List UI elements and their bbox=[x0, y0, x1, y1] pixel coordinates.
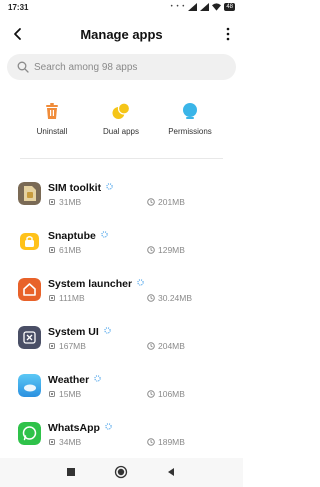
weather-icon bbox=[18, 374, 41, 397]
chip-icon bbox=[49, 343, 55, 349]
loading-icon bbox=[94, 375, 101, 382]
app-name: WhatsApp bbox=[48, 422, 112, 434]
uninstall-button[interactable]: Uninstall bbox=[12, 100, 92, 146]
home-button[interactable] bbox=[114, 465, 128, 479]
app-size: 15MB bbox=[48, 389, 81, 399]
app-size: 111MB bbox=[48, 293, 85, 303]
app-size: 31MB bbox=[48, 197, 81, 207]
chip-icon bbox=[49, 439, 55, 445]
system-ui-icon bbox=[18, 326, 41, 349]
sim-card-icon bbox=[18, 182, 41, 205]
chip-icon bbox=[49, 391, 55, 397]
clock-icon bbox=[147, 198, 155, 206]
chip-icon bbox=[49, 247, 55, 253]
loading-icon bbox=[101, 231, 108, 238]
signal-icon-2 bbox=[200, 3, 210, 11]
app-size: 167MB bbox=[48, 341, 86, 351]
divider bbox=[20, 158, 223, 159]
header: Manage apps bbox=[0, 22, 243, 48]
app-cache: 129MB bbox=[147, 245, 185, 255]
wifi-icon bbox=[212, 3, 222, 11]
dual-apps-label: Dual apps bbox=[102, 127, 140, 136]
list-item[interactable]: Snaptube 61MB 129MB bbox=[0, 230, 243, 278]
navigation-bar bbox=[0, 458, 243, 487]
search-input[interactable] bbox=[34, 58, 224, 76]
app-size: 34MB bbox=[48, 437, 81, 447]
clock-icon bbox=[147, 390, 155, 398]
quick-actions: Uninstall Dual apps Permissions bbox=[0, 100, 243, 146]
list-item[interactable]: System UI 167MB 204MB bbox=[0, 326, 243, 374]
loading-icon bbox=[105, 423, 112, 430]
loading-icon bbox=[137, 279, 144, 286]
snaptube-icon bbox=[18, 230, 41, 253]
list-item[interactable]: SIM toolkit 31MB 201MB bbox=[0, 182, 243, 230]
dual-apps-button[interactable]: Dual apps bbox=[81, 100, 161, 146]
app-name: Snaptube bbox=[48, 230, 108, 242]
search-bar[interactable] bbox=[7, 54, 236, 80]
signal-icon bbox=[188, 3, 198, 11]
search-icon bbox=[17, 61, 29, 73]
clock-icon bbox=[147, 294, 155, 302]
app-size: 61MB bbox=[48, 245, 81, 255]
trash-icon bbox=[46, 103, 58, 119]
back-button[interactable] bbox=[164, 465, 178, 479]
recents-button[interactable] bbox=[64, 465, 78, 479]
status-time: 17:31 bbox=[8, 3, 29, 12]
status-bar: 17:31 • • • 48 bbox=[0, 0, 243, 16]
more-options-icon[interactable] bbox=[225, 26, 231, 42]
shield-icon bbox=[183, 103, 197, 119]
notification-dots: • • • bbox=[170, 4, 186, 10]
status-icons: • • • 48 bbox=[171, 3, 235, 11]
list-item[interactable]: System launcher 111MB 30.24MB bbox=[0, 278, 243, 326]
dual-circles-icon bbox=[112, 102, 130, 119]
app-name: System UI bbox=[48, 326, 111, 338]
uninstall-label: Uninstall bbox=[36, 127, 68, 136]
chip-icon bbox=[49, 199, 55, 205]
whatsapp-icon bbox=[18, 422, 41, 445]
battery-icon: 48 bbox=[224, 3, 235, 11]
permissions-button[interactable]: Permissions bbox=[150, 100, 230, 146]
app-name: System launcher bbox=[48, 278, 144, 290]
app-cache: 106MB bbox=[147, 389, 185, 399]
app-cache: 204MB bbox=[147, 341, 185, 351]
app-name: SIM toolkit bbox=[48, 182, 113, 194]
permissions-label: Permissions bbox=[168, 127, 212, 136]
chip-icon bbox=[49, 295, 55, 301]
app-cache: 189MB bbox=[147, 437, 185, 447]
app-name: Weather bbox=[48, 374, 101, 386]
clock-icon bbox=[147, 438, 155, 446]
clock-icon bbox=[147, 246, 155, 254]
page-title: Manage apps bbox=[80, 27, 163, 42]
loading-icon bbox=[106, 183, 113, 190]
home-icon bbox=[18, 278, 41, 301]
loading-icon bbox=[104, 327, 111, 334]
list-item[interactable]: Weather 15MB 106MB bbox=[0, 374, 243, 422]
clock-icon bbox=[147, 342, 155, 350]
app-cache: 30.24MB bbox=[147, 293, 192, 303]
app-cache: 201MB bbox=[147, 197, 185, 207]
